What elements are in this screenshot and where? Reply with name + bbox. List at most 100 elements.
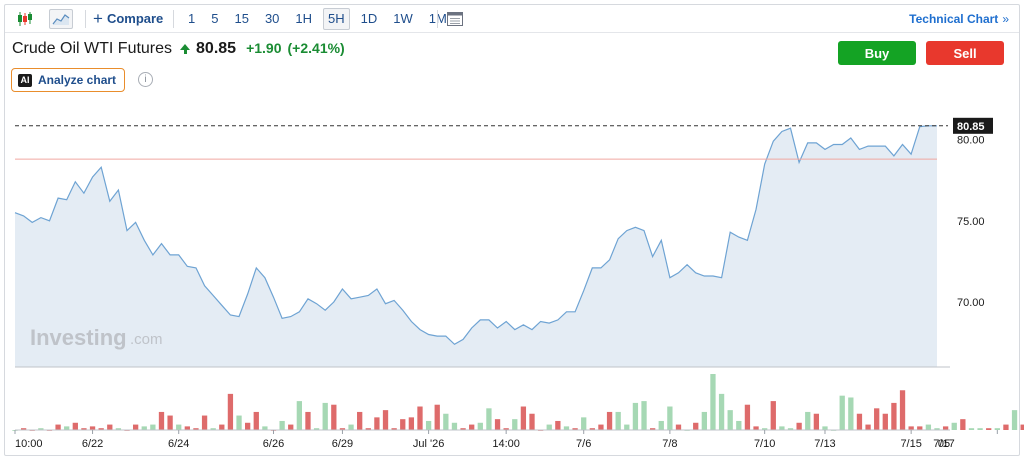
volume-bar [658, 420, 664, 430]
volume-bar [245, 422, 251, 430]
volume-bar [227, 393, 234, 430]
volume-bar [899, 390, 906, 430]
volume-bar [529, 413, 535, 430]
volume-bar [951, 422, 957, 430]
volume-bar [779, 426, 785, 430]
volume-bar [675, 424, 682, 430]
volume-bar [167, 415, 173, 430]
volume-bar [72, 422, 78, 430]
volume-bar [942, 426, 949, 430]
volume-bar [201, 415, 208, 430]
volume-bar [994, 428, 1000, 430]
volume-bar [753, 426, 759, 430]
volume-bar [469, 424, 475, 430]
volume-bar [262, 426, 268, 430]
volume-bar [451, 422, 458, 430]
volume-bar [382, 410, 389, 430]
volume-bar [805, 411, 811, 430]
volume-bar [822, 426, 828, 430]
volume-bar [1011, 410, 1018, 430]
volume-bar [305, 411, 311, 430]
volume-bar [882, 413, 888, 430]
volume-bar [813, 413, 820, 430]
volume-bar [874, 408, 880, 430]
x-tick-label: Jul '26 [413, 438, 444, 450]
volume-bar [374, 417, 380, 430]
volume-bar [150, 424, 156, 430]
volume-bar [176, 424, 182, 430]
volume-bar [615, 411, 621, 430]
x-tick-label: 7/15 [900, 438, 921, 450]
volume-bar [598, 424, 604, 430]
volume-bar [89, 426, 96, 430]
volume-bar [236, 415, 242, 430]
volume-bar [477, 422, 483, 430]
volume-bar [132, 424, 139, 430]
volume-bar [296, 401, 303, 430]
volume-bar [693, 422, 699, 430]
volume-bar [288, 424, 294, 430]
volume-bar [727, 410, 733, 430]
volume-bar [546, 424, 552, 430]
volume-bar [977, 428, 983, 430]
volume-bar [744, 404, 751, 430]
volume-bar [408, 417, 415, 430]
volume-bar [348, 424, 354, 430]
y-tick-label: 80.00 [957, 135, 985, 147]
volume-bar [141, 426, 147, 430]
volume-bar [1003, 424, 1009, 430]
y-tick-label: 75.00 [957, 216, 985, 228]
volume-bar [322, 402, 328, 430]
volume-bar [718, 393, 725, 430]
x-tick-label: 6/22 [82, 438, 103, 450]
volume-bar [1020, 424, 1024, 430]
price-chart[interactable]: Investing .com 80.00 75.00 70.00 80.85 10:00 6/… [0, 0, 1024, 460]
volume-bar [908, 426, 914, 430]
volume-bar [520, 406, 527, 430]
volume-bar [425, 420, 432, 430]
volume-bar [331, 404, 337, 430]
volume-bar [107, 424, 113, 430]
volume-bar [624, 424, 630, 430]
volume-bar [400, 419, 406, 430]
last-price-tag-label: 80.85 [957, 121, 985, 133]
volume-bar [986, 428, 992, 430]
volume-bar [710, 374, 716, 430]
volume-bar [632, 402, 639, 430]
x-tick-label: 6/29 [332, 438, 353, 450]
volume-bar [512, 419, 518, 430]
volume-bar [253, 411, 259, 430]
volume-bar [357, 411, 363, 430]
volume-bar [279, 420, 285, 430]
volume-bar [891, 402, 897, 430]
volume-bar [581, 417, 587, 430]
watermark-suffix: .com [130, 331, 163, 348]
volume-bar [968, 428, 975, 430]
watermark-logo: Investing [30, 325, 127, 350]
volume-bar [848, 397, 854, 430]
volume-bar [736, 420, 742, 430]
volume-bar [796, 422, 802, 430]
volume-bar [443, 413, 449, 430]
x-tick-label: 05 [938, 438, 950, 450]
volume-bar [960, 419, 966, 430]
volume-bar [494, 419, 501, 430]
x-tick-label: 6/26 [263, 438, 284, 450]
volume-bar [55, 424, 61, 430]
volume-bar [184, 426, 190, 430]
volume-bar [641, 401, 647, 430]
volume-bar [64, 426, 70, 430]
x-tick-label: 7/6 [576, 438, 591, 450]
x-tick-label: 7/10 [754, 438, 775, 450]
volume-bar [839, 395, 845, 430]
volume-bar [555, 420, 561, 430]
volume-bar [925, 424, 932, 430]
volume-bar [606, 411, 613, 430]
x-tick-label: 7/8 [662, 438, 677, 450]
volume-bar [917, 426, 923, 430]
volume-bar [417, 406, 423, 430]
volume-bar [219, 424, 225, 430]
x-tick-label: 6/24 [168, 438, 189, 450]
volume-bar [667, 406, 673, 430]
volume-bar [701, 411, 707, 430]
